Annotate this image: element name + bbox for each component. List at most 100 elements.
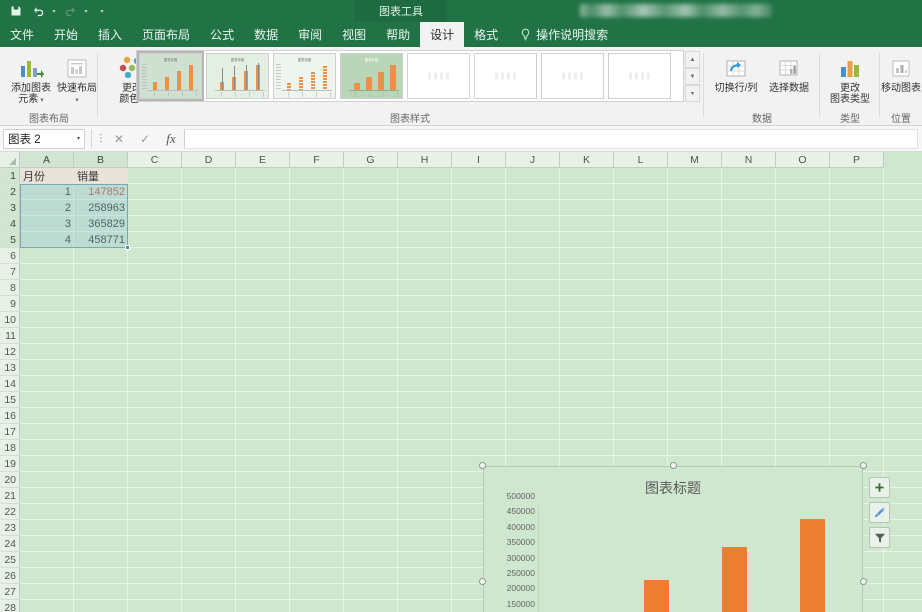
plot-area[interactable]: 0500001000001500002000002500003000003500…: [507, 491, 851, 612]
row-header-26[interactable]: 26: [0, 568, 20, 584]
row-header-17[interactable]: 17: [0, 424, 20, 440]
row-header-5[interactable]: 5: [0, 232, 20, 248]
row-header-3[interactable]: 3: [0, 200, 20, 216]
row-header-4[interactable]: 4: [0, 216, 20, 232]
tell-me-search[interactable]: 操作说明搜索: [508, 22, 616, 47]
column-header-G[interactable]: G: [344, 152, 398, 168]
bar-3[interactable]: [721, 547, 747, 612]
row-header-19[interactable]: 19: [0, 456, 20, 472]
chart-handle-n[interactable]: [670, 462, 677, 469]
select-data-button[interactable]: 选择数据: [760, 51, 818, 94]
chart-style-thumbnail-2[interactable]: 图表标题: [206, 53, 269, 99]
column-header-E[interactable]: E: [236, 152, 290, 168]
redo-dropdown-icon[interactable]: ▾: [82, 8, 90, 15]
column-header-I[interactable]: I: [452, 152, 506, 168]
tab-view[interactable]: 视图: [332, 22, 376, 47]
row-header-22[interactable]: 22: [0, 504, 20, 520]
tab-format[interactable]: 格式: [464, 22, 508, 47]
chart-elements-button[interactable]: [869, 477, 890, 498]
column-header-P[interactable]: P: [830, 152, 884, 168]
chart-styles-button[interactable]: [869, 502, 890, 523]
row-header-25[interactable]: 25: [0, 552, 20, 568]
undo-icon[interactable]: [28, 1, 48, 21]
tab-home[interactable]: 开始: [44, 22, 88, 47]
row-header-12[interactable]: 12: [0, 344, 20, 360]
column-header-N[interactable]: N: [722, 152, 776, 168]
cell-A2[interactable]: 1: [20, 184, 74, 200]
column-header-C[interactable]: C: [128, 152, 182, 168]
column-header-L[interactable]: L: [614, 152, 668, 168]
tab-data[interactable]: 数据: [244, 22, 288, 47]
chart-style-thumbnail-1[interactable]: 图表标题: [137, 51, 204, 101]
chart-title[interactable]: 图表标题: [483, 478, 863, 498]
tab-formulas[interactable]: 公式: [200, 22, 244, 47]
tab-insert[interactable]: 插入: [88, 22, 132, 47]
chart-handle-nw[interactable]: [479, 462, 486, 469]
selection-fill-handle[interactable]: [125, 245, 130, 250]
bar-2[interactable]: [644, 580, 670, 612]
tab-file[interactable]: 文件: [0, 22, 44, 47]
row-header-24[interactable]: 24: [0, 536, 20, 552]
column-header-F[interactable]: F: [290, 152, 344, 168]
column-header-B[interactable]: B: [74, 152, 128, 168]
row-header-7[interactable]: 7: [0, 264, 20, 280]
row-header-1[interactable]: 1: [0, 168, 20, 184]
customize-qat-icon[interactable]: ▾: [98, 8, 106, 15]
row-header-21[interactable]: 21: [0, 488, 20, 504]
change-chart-type-button[interactable]: 更改 图表类型: [821, 51, 879, 105]
chart-style-thumbnail-5[interactable]: [407, 53, 470, 99]
gallery-scroll-down-button[interactable]: ▼: [685, 68, 700, 85]
chart-handle-w[interactable]: [479, 578, 486, 585]
gallery-scroll-up-button[interactable]: ▲: [685, 51, 700, 68]
tab-page-layout[interactable]: 页面布局: [132, 22, 200, 47]
cell-A1[interactable]: 月份: [20, 168, 74, 184]
select-all-corner[interactable]: [0, 152, 20, 168]
column-header-J[interactable]: J: [506, 152, 560, 168]
name-box-dropdown-icon[interactable]: ▾: [77, 135, 80, 142]
cell-A5[interactable]: 4: [20, 232, 74, 248]
column-header-H[interactable]: H: [398, 152, 452, 168]
row-header-28[interactable]: 28: [0, 600, 20, 612]
cell-B2[interactable]: 147852: [74, 184, 128, 200]
row-header-6[interactable]: 6: [0, 248, 20, 264]
chart-style-thumbnail-3[interactable]: 图表标题: [273, 53, 336, 99]
cell-A3[interactable]: 2: [20, 200, 74, 216]
column-header-M[interactable]: M: [668, 152, 722, 168]
cell-B3[interactable]: 258963: [74, 200, 128, 216]
chart-style-thumbnail-7[interactable]: [541, 53, 604, 99]
chart-filters-button[interactable]: [869, 527, 890, 548]
enter-icon[interactable]: ✓: [132, 128, 158, 150]
column-header-A[interactable]: A: [20, 152, 74, 168]
row-header-15[interactable]: 15: [0, 392, 20, 408]
row-header-8[interactable]: 8: [0, 280, 20, 296]
row-header-13[interactable]: 13: [0, 360, 20, 376]
formula-input[interactable]: [184, 128, 918, 149]
chart-object[interactable]: 图表标题 05000010000015000020000025000030000…: [479, 462, 890, 612]
undo-dropdown-icon[interactable]: ▾: [50, 8, 58, 15]
chart-handle-ne[interactable]: [860, 462, 867, 469]
bar-4[interactable]: [799, 518, 825, 612]
row-header-9[interactable]: 9: [0, 296, 20, 312]
row-header-2[interactable]: 2: [0, 184, 20, 200]
row-header-11[interactable]: 11: [0, 328, 20, 344]
move-chart-button[interactable]: 移动图表: [872, 51, 922, 94]
row-header-18[interactable]: 18: [0, 440, 20, 456]
column-header-K[interactable]: K: [560, 152, 614, 168]
row-header-14[interactable]: 14: [0, 376, 20, 392]
tab-review[interactable]: 审阅: [288, 22, 332, 47]
redo-icon[interactable]: [60, 1, 80, 21]
tab-help[interactable]: 帮助: [376, 22, 420, 47]
row-header-16[interactable]: 16: [0, 408, 20, 424]
chart-style-gallery[interactable]: 图表标题 图表标题 图表标题 图表标题 ▲ ▼ ▾: [136, 50, 700, 102]
cell-B5[interactable]: 458771: [74, 232, 128, 248]
switch-row-column-button[interactable]: 切换行/列: [707, 51, 765, 94]
column-header-D[interactable]: D: [182, 152, 236, 168]
row-header-27[interactable]: 27: [0, 584, 20, 600]
name-box[interactable]: 图表 2 ▾: [3, 128, 85, 149]
row-header-10[interactable]: 10: [0, 312, 20, 328]
chart-style-thumbnail-8[interactable]: [608, 53, 671, 99]
tab-design[interactable]: 设计: [420, 22, 465, 47]
formula-bar-grip[interactable]: ⋮: [96, 133, 106, 144]
chart-style-thumbnail-6[interactable]: [474, 53, 537, 99]
row-header-23[interactable]: 23: [0, 520, 20, 536]
